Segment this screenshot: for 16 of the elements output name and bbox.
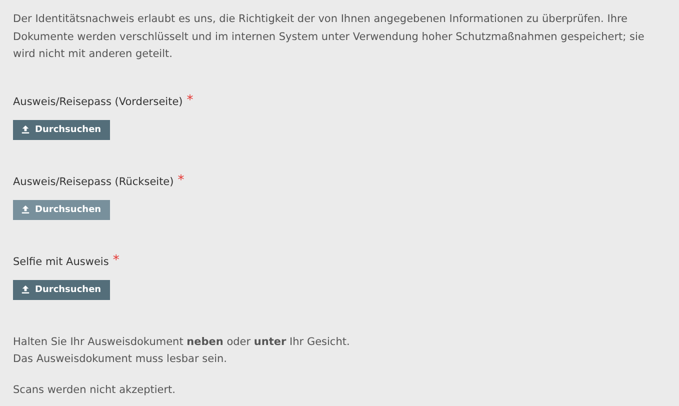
field-label: Selfie mit Ausweis [13, 256, 109, 268]
browse-button[interactable]: Durchsuchen [13, 200, 110, 220]
required-mark: * [112, 256, 120, 266]
upload-icon [21, 205, 30, 214]
browse-button[interactable]: Durchsuchen [13, 280, 110, 300]
upload-icon [21, 125, 30, 134]
field-label: Ausweis/Reisepass (Vorderseite) [13, 96, 183, 108]
browse-button[interactable]: Durchsuchen [13, 120, 110, 140]
upload-icon [21, 285, 30, 294]
required-mark: * [178, 176, 184, 186]
intro-text: Der Identitätsnachweis erlaubt es uns, die Richtigkeit der von Ihnen angegebenen Informationen zu überprüfen. Ihre Dokumente werden verschlüsselt und im internen System unter Verwendung hoher Schutzmaßnahmen gespeichert; sie wird nicht mit anderen geteilt. [13, 12, 646, 62]
field-label: Ausweis/Reisepass (Rückseite) [13, 176, 174, 188]
instruction-text: Scans werden nicht akzeptiert. [13, 384, 177, 396]
required-mark: * [186, 96, 194, 106]
instruction-text: Halten Sie Ihr Ausweisdokument neben oder unter Ihr Gesicht. [13, 334, 351, 350]
instruction-text: Das Ausweisdokument muss lesbar sein. [13, 352, 228, 366]
